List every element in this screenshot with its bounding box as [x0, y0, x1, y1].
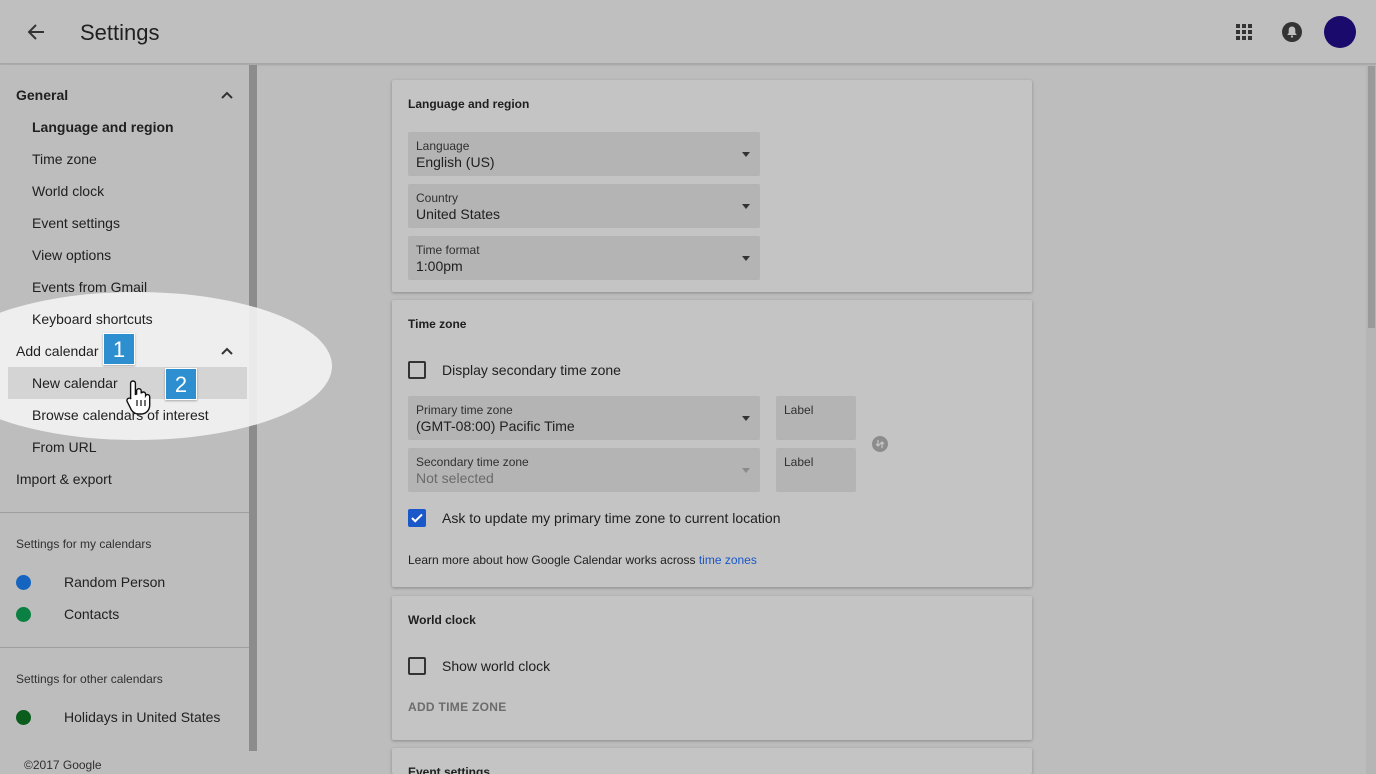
nav-view-options[interactable]: View options — [0, 239, 249, 271]
learn-more-prefix: Learn more about how Google Calendar wor… — [408, 553, 699, 567]
primary-label-input[interactable]: Label — [776, 396, 856, 440]
step-badge-2: 2 — [165, 368, 197, 400]
nav-item-label: Browse calendars of interest — [32, 407, 209, 423]
calendar-item-holidays[interactable]: Holidays in United States — [0, 701, 249, 733]
nav-general[interactable]: General — [0, 79, 249, 111]
nav-item-label: Keyboard shortcuts — [32, 311, 153, 327]
ask-update-time-zone-label: Ask to update my primary time zone to cu… — [442, 510, 781, 526]
card-title: Event settings — [408, 765, 491, 774]
card-title: World clock — [408, 613, 476, 627]
nav-keyboard-shortcuts[interactable]: Keyboard shortcuts — [0, 303, 249, 335]
sidebar-divider — [0, 647, 249, 648]
nav-world-clock[interactable]: World clock — [0, 175, 249, 207]
arrow-left-icon — [27, 24, 44, 40]
show-world-clock-label: Show world clock — [442, 658, 551, 674]
nav-from-url[interactable]: From URL — [0, 431, 249, 463]
add-time-zone-button[interactable]: ADD TIME ZONE — [408, 700, 507, 714]
step-badge-1: 1 — [103, 333, 135, 365]
secondary-time-zone-checkbox[interactable] — [408, 361, 426, 379]
card-title: Language and region — [408, 97, 530, 111]
notifications-button[interactable] — [1280, 20, 1304, 44]
back-button[interactable] — [20, 16, 52, 48]
calendar-color-dot — [16, 710, 31, 725]
caret-down-icon — [742, 256, 750, 261]
select-label: Primary time zone — [416, 403, 513, 417]
chevron-up-icon — [221, 347, 233, 355]
apps-grid-icon — [1236, 24, 1252, 40]
select-value: Not selected — [416, 470, 494, 486]
card-title: Time zone — [408, 317, 467, 331]
nav-item-label: Events from Gmail — [32, 279, 148, 295]
copyright-text: ©2017 Google — [24, 758, 102, 772]
sidebar-divider — [0, 512, 249, 513]
select-value: United States — [416, 206, 501, 222]
caret-down-icon — [742, 416, 750, 421]
nav-general-label: General — [16, 87, 69, 103]
other-calendars-heading: Settings for other calendars — [16, 672, 163, 686]
select-label: Secondary time zone — [416, 455, 529, 469]
event-settings-card: Event settings — [392, 748, 1032, 774]
caret-down-icon — [742, 204, 750, 209]
caret-down-icon — [742, 468, 750, 473]
secondary-time-zone-select[interactable]: Secondary time zone Not selected — [408, 448, 760, 492]
nav-event-settings[interactable]: Event settings — [0, 207, 249, 239]
select-value: 1:00pm — [416, 258, 463, 274]
secondary-label-input[interactable]: Label — [776, 448, 856, 492]
nav-item-label: View options — [32, 247, 112, 263]
country-select[interactable]: Country United States — [408, 184, 760, 228]
calendar-item-random-person[interactable]: Random Person — [0, 566, 249, 598]
select-label: Time format — [416, 243, 480, 257]
app-header: Settings — [0, 0, 1376, 64]
time-zones-link[interactable]: time zones — [699, 553, 757, 567]
world-clock-card: World clock Show world clock ADD TIME ZO… — [392, 596, 1032, 740]
language-select[interactable]: Language English (US) — [408, 132, 760, 176]
nav-item-label: World clock — [32, 183, 105, 199]
time-format-select[interactable]: Time format 1:00pm — [408, 236, 760, 280]
page-title: Settings — [80, 20, 160, 45]
nav-item-label: New calendar — [32, 375, 118, 391]
calendar-color-dot — [16, 575, 31, 590]
nav-item-label: Import & export — [16, 471, 112, 487]
calendar-name: Contacts — [64, 606, 120, 622]
nav-item-label: Event settings — [32, 215, 120, 231]
primary-time-zone-select[interactable]: Primary time zone (GMT-08:00) Pacific Ti… — [408, 396, 760, 440]
main-scrollbar-thumb[interactable] — [1368, 66, 1375, 328]
nav-events-from-gmail[interactable]: Events from Gmail — [0, 271, 249, 303]
nav-add-calendar-label: Add calendar — [16, 343, 99, 359]
nav-import-export[interactable]: Import & export — [0, 463, 249, 495]
calendar-color-dot — [16, 607, 31, 622]
caret-down-icon — [742, 152, 750, 157]
bell-icon — [1282, 22, 1302, 42]
my-calendars-heading: Settings for my calendars — [16, 537, 152, 551]
swap-arrows-icon — [875, 440, 885, 448]
nav-language-region[interactable]: Language and region — [0, 111, 249, 143]
input-placeholder: Label — [784, 403, 814, 417]
nav-item-label: From URL — [32, 439, 97, 455]
nav-time-zone[interactable]: Time zone — [0, 143, 249, 175]
hand-pointer-icon — [126, 380, 151, 415]
checkmark-icon — [411, 513, 423, 523]
nav-item-label: Time zone — [32, 151, 97, 167]
calendar-name: Holidays in United States — [64, 709, 221, 725]
learn-more-text: Learn more about how Google Calendar wor… — [408, 553, 757, 567]
select-value: English (US) — [416, 154, 495, 170]
select-value: (GMT-08:00) Pacific Time — [416, 418, 575, 434]
input-placeholder: Label — [784, 455, 814, 469]
secondary-time-zone-label: Display secondary time zone — [442, 362, 621, 378]
chevron-up-icon — [221, 91, 233, 99]
calendar-name: Random Person — [64, 574, 166, 590]
nav-item-label: Language and region — [32, 119, 174, 135]
swap-time-zones-icon[interactable] — [872, 436, 888, 452]
apps-button[interactable] — [1232, 20, 1256, 44]
language-region-card: Language and region Language English (US… — [392, 80, 1032, 292]
ask-update-time-zone-checkbox[interactable] — [408, 509, 426, 527]
calendar-item-contacts[interactable]: Contacts — [0, 598, 249, 630]
account-avatar[interactable] — [1324, 16, 1356, 48]
show-world-clock-checkbox[interactable] — [408, 657, 426, 675]
select-label: Language — [416, 139, 470, 153]
select-label: Country — [416, 191, 459, 205]
time-zone-card: Time zone Display secondary time zone Pr… — [392, 300, 1032, 587]
